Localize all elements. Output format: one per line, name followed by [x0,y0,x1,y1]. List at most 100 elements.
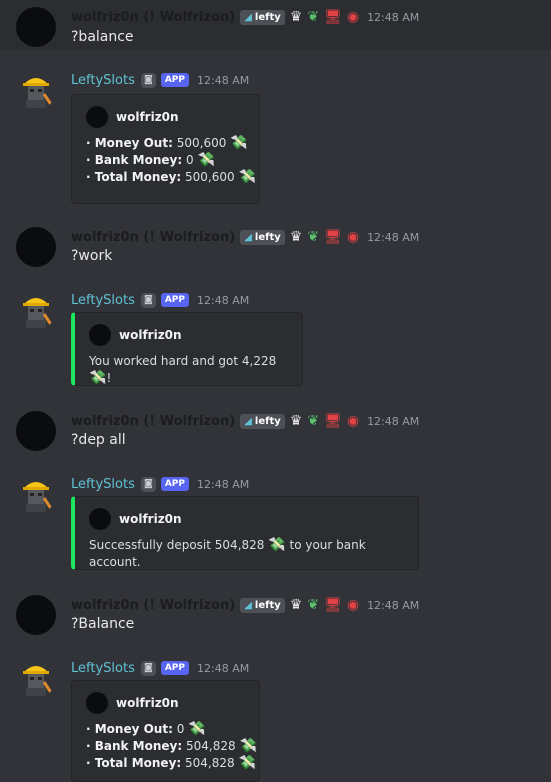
timestamp: 12:48 AM [197,73,250,87]
embed-line: · Bank Money: 0 💸 [86,152,215,168]
monitor-icon[interactable]: 🖥 [324,10,342,24]
message-header: LeftySlots ◙ APP 12:48 AM [71,70,249,90]
message-header: LeftySlots ◙ APP 12:48 AM [71,658,249,678]
timestamp: 12:48 AM [197,293,250,307]
embed-card: wolfriz0n You worked hard and got 4,228 … [71,312,303,386]
embed-author: wolfriz0n [89,324,182,346]
embed-description: Successfully deposit 504,828 💸 to your b… [89,537,366,569]
message-header: wolfriz0n (! Wolfrizon) ◢ lefty ♛ ❦ 🖥 ◉ 1… [71,7,419,27]
leaf-icon[interactable]: ❦ [307,230,319,244]
timestamp: 12:48 AM [367,230,420,244]
embed-card: wolfriz0n · Money Out: 0 💸 · Bank Money:… [71,680,260,782]
embed-line: · Total Money: 504,828 💸 [86,755,256,771]
timestamp: 12:48 AM [367,10,420,24]
guild-tag[interactable]: ◢ lefty [240,413,285,429]
monitor-icon[interactable]: 🖥 [324,230,342,244]
message-content: ?dep all [71,432,126,448]
embed-card: wolfriz0n · Money Out: 500,600 💸 · Bank … [71,94,260,204]
username[interactable]: wolfriz0n (! Wolfrizon) [71,414,235,429]
embed-line: · Total Money: 500,600 💸 [86,169,256,185]
leaf-tag-icon: ◢ [244,11,252,23]
username[interactable]: wolfriz0n (! Wolfrizon) [71,230,235,245]
bot-face-icon: ◙ [140,292,156,308]
money-icon: 💸 [188,721,206,737]
guild-tag[interactable]: ◢ lefty [240,9,285,25]
timestamp: 12:48 AM [197,661,250,675]
embed-author: wolfriz0n [89,508,182,530]
embed-line: · Bank Money: 504,828 💸 [86,738,257,754]
message-header: wolfriz0n (! Wolfrizon) ◢ lefty ♛ ❦ 🖥 ◉ 1… [71,411,419,431]
leaf-tag-icon: ◢ [244,599,252,611]
message-bot-balance-2: LeftySlots ◙ APP 12:48 AM wolfriz0n · Mo… [0,654,551,782]
user-avatar[interactable] [16,7,56,47]
globe-icon[interactable]: ◉ [347,10,359,24]
crown-icon[interactable]: ♛ [290,414,303,428]
embed-description: · Money Out: 500,600 💸 · Bank Money: 0 💸… [86,135,256,186]
monitor-icon[interactable]: 🖥 [324,414,342,428]
timestamp: 12:48 AM [367,598,420,612]
username[interactable]: wolfriz0n (! Wolfrizon) [71,598,235,613]
money-icon: 💸 [89,370,107,386]
embed-description: You worked hard and got 4,228 💸! [89,354,277,386]
embed-author-name: wolfriz0n [119,512,182,526]
bot-avatar[interactable] [16,474,56,514]
bot-name[interactable]: LeftySlots [71,661,135,676]
globe-icon[interactable]: ◉ [347,414,359,428]
embed-line: · Money Out: 500,600 💸 [86,135,248,151]
message-header: wolfriz0n (! Wolfrizon) ◢ lefty ♛ ❦ 🖥 ◉ 1… [71,595,419,615]
globe-icon[interactable]: ◉ [347,598,359,612]
bot-face-icon: ◙ [140,476,156,492]
user-avatar[interactable] [16,411,56,451]
money-icon: 💸 [197,152,215,168]
embed-author-name: wolfriz0n [116,110,179,124]
embed-author-avatar [86,692,108,714]
message-user-dep-all: wolfriz0n (! Wolfrizon) ◢ lefty ♛ ❦ 🖥 ◉ 1… [0,408,551,458]
bot-name[interactable]: LeftySlots [71,293,135,308]
bot-avatar[interactable] [16,70,56,110]
embed-author-name: wolfriz0n [119,328,182,342]
embed-author-avatar [86,106,108,128]
globe-icon[interactable]: ◉ [347,230,359,244]
guild-tag[interactable]: ◢ lefty [240,229,285,245]
message-bot-balance: LeftySlots ◙ APP 12:48 AM wolfriz0n · Mo… [0,62,551,212]
app-badge: APP [160,73,190,87]
leaf-icon[interactable]: ❦ [307,598,319,612]
embed-author: wolfriz0n [86,692,179,714]
username[interactable]: wolfriz0n (! Wolfrizon) [71,10,235,25]
timestamp: 12:48 AM [367,414,420,428]
timestamp: 12:48 AM [197,477,250,491]
app-badge: APP [160,293,190,307]
money-icon: 💸 [239,738,257,754]
miner-bot-icon [23,482,54,512]
bot-name[interactable]: LeftySlots [71,477,135,492]
app-badge: APP [160,477,190,491]
miner-bot-icon [23,78,54,108]
message-header: LeftySlots ◙ APP 12:48 AM [71,290,249,310]
embed-card: wolfriz0n Successfully deposit 504,828 💸… [71,496,419,570]
embed-line: · Money Out: 0 💸 [86,721,206,737]
message-content: ?Balance [71,616,135,632]
leaf-tag-icon: ◢ [244,231,252,243]
leaf-tag-icon: ◢ [244,415,252,427]
embed-author-avatar [89,324,111,346]
crown-icon[interactable]: ♛ [290,10,303,24]
crown-icon[interactable]: ♛ [290,598,303,612]
leaf-icon[interactable]: ❦ [307,10,319,24]
crown-icon[interactable]: ♛ [290,230,303,244]
bot-avatar[interactable] [16,290,56,330]
message-header: LeftySlots ◙ APP 12:48 AM [71,474,249,494]
bot-face-icon: ◙ [140,72,156,88]
user-avatar[interactable] [16,227,56,267]
guild-tag[interactable]: ◢ lefty [240,597,285,613]
message-user-balance: wolfriz0n (! Wolfrizon) ◢ lefty ♛ ❦ 🖥 ◉ 1… [0,0,551,50]
embed-author-name: wolfriz0n [116,696,179,710]
bot-face-icon: ◙ [140,660,156,676]
money-icon: 💸 [268,537,286,553]
leaf-icon[interactable]: ❦ [307,414,319,428]
message-content: ?balance [71,29,134,45]
bot-name[interactable]: LeftySlots [71,73,135,88]
monitor-icon[interactable]: 🖥 [324,598,342,612]
bot-avatar[interactable] [16,658,56,698]
embed-author: wolfriz0n [86,106,179,128]
user-avatar[interactable] [16,595,56,635]
